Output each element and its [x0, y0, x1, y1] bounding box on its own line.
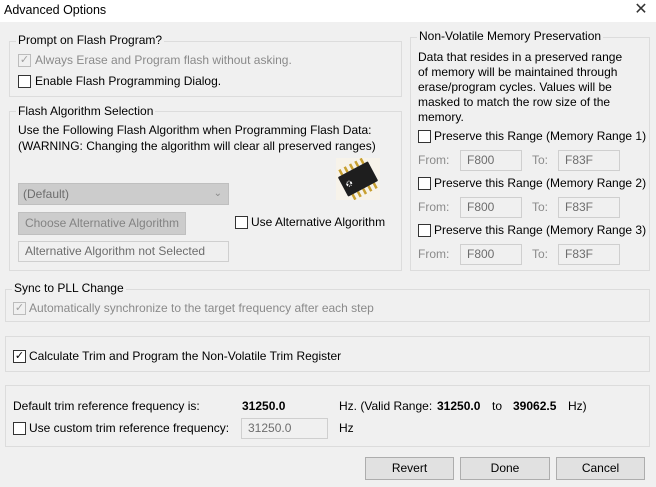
range-1-to-label: To:: [532, 153, 549, 167]
nvm-group-legend: Non-Volatile Memory Preservation: [417, 29, 604, 43]
preserve-range-2-label: Preserve this Range (Memory Range 2): [434, 176, 647, 190]
choose-alternative-button[interactable]: Choose Alternative Algorithm: [18, 212, 186, 235]
enable-dialog-label: Enable Flash Programming Dialog.: [35, 74, 222, 88]
algorithm-select-value: (Default): [23, 187, 70, 201]
valid-range-to: to: [492, 399, 503, 413]
enable-dialog-checkbox[interactable]: [18, 75, 31, 88]
revert-button[interactable]: Revert: [365, 457, 454, 480]
always-erase-checkbox[interactable]: ✓: [18, 54, 31, 67]
range-2-from-field[interactable]: F800: [460, 197, 522, 218]
preserve-range-3-checkbox[interactable]: [418, 224, 431, 237]
algo-group-legend: Flash Algorithm Selection: [16, 104, 156, 118]
custom-frequency-label: Use custom trim reference frequency:: [29, 421, 230, 435]
valid-range-prefix: Hz. (Valid Range:: [339, 399, 433, 413]
algo-desc-line1: Use the Following Flash Algorithm when P…: [18, 123, 372, 137]
always-erase-label: Always Erase and Program flash without a…: [35, 53, 292, 67]
use-alternative-checkbox[interactable]: [235, 216, 248, 229]
algo-desc-line2: (WARNING: Changing the algorithm will cl…: [18, 139, 376, 153]
range-3-from-field[interactable]: F800: [460, 244, 522, 265]
prompt-group-legend: Prompt on Flash Program?: [16, 33, 165, 47]
window-title: Advanced Options: [4, 3, 107, 17]
custom-frequency-unit: Hz: [339, 421, 354, 435]
range-2-from-label: From:: [418, 200, 450, 214]
close-icon[interactable]: ✕: [630, 0, 652, 20]
nvm-desc-line4: masked to match the row size of the: [418, 95, 611, 109]
range-1-from-field[interactable]: F800: [460, 150, 522, 171]
nvm-desc-line2: of memory will be maintained through: [418, 65, 618, 79]
nvm-desc-line3: erase/program cycles. Values will be: [418, 80, 612, 94]
done-button[interactable]: Done: [460, 457, 550, 480]
valid-range-suffix: Hz): [568, 399, 587, 413]
alternative-status-field: Alternative Algorithm not Selected: [18, 241, 229, 262]
range-3-to-field[interactable]: F83F: [558, 244, 620, 265]
range-2-to-label: To:: [532, 200, 549, 214]
nvm-desc-line5: memory.: [418, 110, 464, 124]
range-2-to-field[interactable]: F83F: [558, 197, 620, 218]
calculate-trim-checkbox[interactable]: ✓: [13, 350, 26, 363]
auto-sync-checkbox[interactable]: ✓: [13, 302, 26, 315]
preserve-range-3-label: Preserve this Range (Memory Range 3): [434, 223, 647, 237]
preserve-range-1-label: Preserve this Range (Memory Range 1): [434, 129, 647, 143]
valid-range-max: 39062.5: [513, 399, 557, 413]
valid-range-min: 31250.0: [437, 399, 481, 413]
nvm-desc-line1: Data that resides in a preserved range: [418, 50, 623, 64]
preserve-range-2-checkbox[interactable]: [418, 177, 431, 190]
default-frequency-label: Default trim reference frequency is:: [13, 399, 200, 413]
custom-frequency-field[interactable]: 31250.0: [241, 418, 328, 439]
range-3-from-label: From:: [418, 247, 450, 261]
range-1-from-label: From:: [418, 153, 450, 167]
use-alternative-label: Use Alternative Algorithm: [251, 215, 386, 229]
prompt-group: [9, 41, 402, 97]
preserve-range-1-checkbox[interactable]: [418, 130, 431, 143]
range-3-to-label: To:: [532, 247, 549, 261]
range-1-to-field[interactable]: F83F: [558, 150, 620, 171]
auto-sync-label: Automatically synchronize to the target …: [29, 301, 374, 315]
algorithm-select[interactable]: (Default) ⌄: [18, 183, 229, 205]
default-frequency-value: 31250.0: [242, 399, 286, 413]
calculate-trim-label: Calculate Trim and Program the Non-Volat…: [29, 349, 342, 363]
cancel-button[interactable]: Cancel: [556, 457, 645, 480]
custom-frequency-checkbox[interactable]: [13, 422, 26, 435]
chip-icon: [336, 157, 380, 201]
pll-group-legend: Sync to PLL Change: [12, 281, 126, 295]
chevron-down-icon: ⌄: [213, 188, 222, 199]
